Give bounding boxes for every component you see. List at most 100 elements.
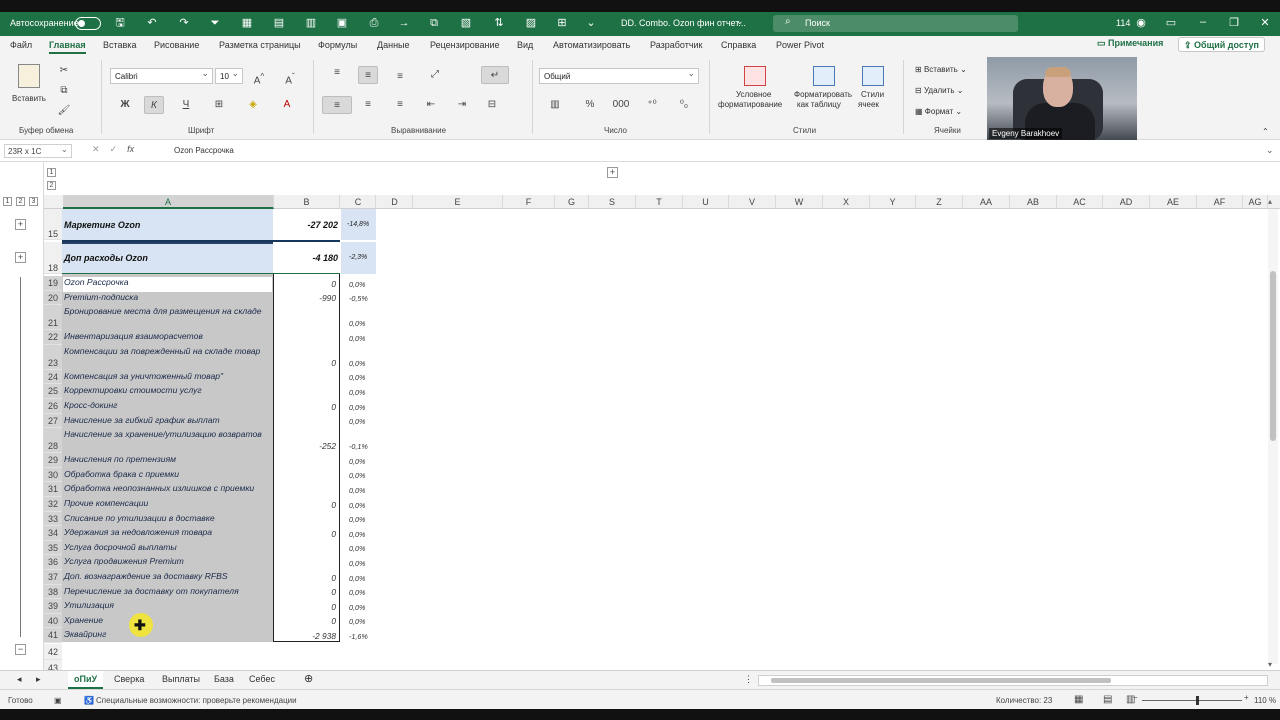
table-row-percent[interactable]: 0,0% xyxy=(341,402,377,413)
row-header[interactable]: 31 xyxy=(44,482,62,497)
collapse-group-icon[interactable]: − xyxy=(15,644,26,655)
name-box-dropdown-icon[interactable]: ⌄ xyxy=(61,145,68,154)
underline-button[interactable]: Ч xyxy=(176,96,196,114)
page-layout-view-icon[interactable]: ▤ xyxy=(1103,694,1112,705)
table-row-value[interactable]: 0 xyxy=(274,500,338,511)
collapse-ribbon-icon[interactable]: ⌃ xyxy=(1262,127,1269,137)
next-sheet-icon[interactable]: ▸ xyxy=(36,674,41,685)
header-row-label[interactable]: Доп расходы Ozon xyxy=(64,253,148,263)
row-header[interactable]: 27 xyxy=(44,413,62,429)
column-header[interactable]: AF xyxy=(1197,195,1243,209)
enter-icon[interactable]: ✓ xyxy=(110,144,118,154)
conditional-format-icon[interactable] xyxy=(744,66,766,86)
table-row-label[interactable]: Прочие компенсации xyxy=(63,498,273,513)
column-header[interactable]: T xyxy=(636,195,683,209)
print-icon[interactable]: ⎙ xyxy=(367,16,381,30)
column-header[interactable]: AA xyxy=(963,195,1010,209)
bold-button[interactable]: Ж xyxy=(115,96,135,114)
copy-icon[interactable]: ⧉ xyxy=(427,16,441,30)
column-header[interactable]: C xyxy=(341,195,376,209)
pivot-icon[interactable]: ⊞ xyxy=(555,16,569,30)
restore-icon[interactable]: ❐ xyxy=(1227,16,1241,29)
col-level-2[interactable]: 2 xyxy=(16,197,25,206)
autosave-toggle[interactable] xyxy=(75,17,101,30)
zoom-in-icon[interactable]: + xyxy=(1244,693,1249,702)
table-row-label[interactable]: Обработка брака с приемки xyxy=(63,469,273,484)
table-row-percent[interactable]: -0,5% xyxy=(341,293,377,304)
column-header[interactable]: D xyxy=(377,195,413,209)
percent-icon[interactable]: % xyxy=(580,96,600,114)
row-level-1[interactable]: 1 xyxy=(47,168,56,177)
table-row-percent[interactable]: 0,0% xyxy=(341,573,377,584)
table-row-percent[interactable]: 0,0% xyxy=(341,587,377,598)
row-header[interactable]: 24 xyxy=(44,369,62,385)
column-header[interactable]: AG xyxy=(1243,195,1268,209)
table-row-label[interactable]: Эквайринг xyxy=(63,629,273,644)
sheet-tab-sverka[interactable]: Сверка xyxy=(114,674,144,684)
customize-qat-icon[interactable]: ⌄ xyxy=(584,16,598,30)
table-icon[interactable]: ▤ xyxy=(272,16,286,30)
fill-color-icon[interactable]: ◈ xyxy=(243,96,263,114)
filter-icon[interactable]: ⏷ xyxy=(208,16,222,30)
format-as-table-icon[interactable] xyxy=(813,66,835,86)
font-size-select[interactable]: 10 xyxy=(215,68,243,84)
chart-icon[interactable]: ▨ xyxy=(524,16,538,30)
table-row-label[interactable]: Перечисление за доставку от покупателя xyxy=(63,586,273,601)
table-row-percent[interactable]: 0,0% xyxy=(341,372,377,383)
row-header[interactable]: 20 xyxy=(44,290,62,306)
currency-icon[interactable]: ▥ xyxy=(545,96,565,114)
expand-columns-icon[interactable]: + xyxy=(607,167,618,178)
chevron-down-icon[interactable]: ⌄ xyxy=(736,16,744,27)
column-header[interactable]: W xyxy=(776,195,823,209)
ribbon-display-icon[interactable]: ▭ xyxy=(1164,16,1178,29)
expand-formula-icon[interactable]: ⌄ xyxy=(1266,145,1274,156)
increase-indent-icon[interactable]: ⇥ xyxy=(452,96,472,114)
column-header[interactable]: G xyxy=(555,195,589,209)
table-row-percent[interactable]: 0,0% xyxy=(341,514,377,525)
zoom-out-icon[interactable]: − xyxy=(1133,693,1138,702)
table-row-percent[interactable]: 0,0% xyxy=(341,500,377,511)
font-name-select[interactable]: Calibri xyxy=(110,68,213,84)
table-row-label[interactable]: Услуга продвижения Premium xyxy=(63,556,273,571)
table-row-value[interactable]: 0 xyxy=(274,573,338,584)
row-header[interactable]: 34 xyxy=(44,526,62,541)
table-row-value[interactable]: 0 xyxy=(274,587,338,598)
row-header[interactable]: 29 xyxy=(44,453,62,468)
table-row-label[interactable]: Начисление за гибкий график выплат xyxy=(63,415,273,430)
font-color-icon[interactable]: A xyxy=(277,96,297,114)
column-header[interactable]: S xyxy=(589,195,636,209)
tab-developer[interactable]: Разработчик xyxy=(650,40,702,50)
accessibility-icon[interactable]: ♿ xyxy=(84,696,94,705)
row-header[interactable]: 36 xyxy=(44,555,62,570)
table-row-label[interactable]: Кросс-докинг xyxy=(63,400,273,415)
comments-button[interactable]: ▭ Примечания xyxy=(1097,38,1163,49)
header-row-percent[interactable]: -14,8% xyxy=(347,221,369,228)
avatar[interactable]: ◉ xyxy=(1134,16,1148,29)
table-row-percent[interactable]: 0,0% xyxy=(341,602,377,613)
minimize-icon[interactable]: – xyxy=(1196,16,1210,28)
orientation-icon[interactable]: ⤢ xyxy=(425,66,445,84)
table-row-label[interactable]: Начисление за хранение/утилизацию возвра… xyxy=(63,429,273,454)
row-header[interactable]: 22 xyxy=(44,330,62,345)
sheet-tab-opiu[interactable]: оПиУ xyxy=(68,671,104,689)
number-format-select[interactable]: Общий xyxy=(539,68,699,84)
search-box[interactable]: ⌕ Поиск xyxy=(773,15,1018,32)
column-header[interactable]: AD xyxy=(1103,195,1150,209)
tab-file[interactable]: Файл xyxy=(10,40,32,50)
tab-page-layout[interactable]: Разметка страницы xyxy=(219,40,301,50)
column-header[interactable]: AE xyxy=(1150,195,1197,209)
horizontal-scroll-thumb[interactable] xyxy=(771,678,1111,683)
arrow-right-icon[interactable]: → xyxy=(397,16,411,30)
row-level-2[interactable]: 2 xyxy=(47,181,56,190)
zoom-slider-thumb[interactable] xyxy=(1196,696,1199,705)
expand-row-18-icon[interactable]: + xyxy=(15,252,26,263)
cond-format-label-2[interactable]: форматирование xyxy=(718,100,782,110)
table-row-percent[interactable]: 0,0% xyxy=(341,416,377,427)
row-header[interactable]: 42 xyxy=(44,644,62,660)
formula-value[interactable]: Ozon Рассрочка xyxy=(174,146,234,155)
table-row-label[interactable]: Доп. вознаграждение за доставку RFBS xyxy=(63,571,273,586)
worksheet-grid[interactable]: 1 2 1 2 3 + + − + A B C D E F G S T U V W X Y Z AA AB AC A… xyxy=(0,162,1280,670)
table-row-percent[interactable]: 0,0% xyxy=(341,279,377,290)
zoom-level[interactable]: 110 % xyxy=(1254,696,1276,705)
table-row-value[interactable]: 0 xyxy=(274,402,338,413)
